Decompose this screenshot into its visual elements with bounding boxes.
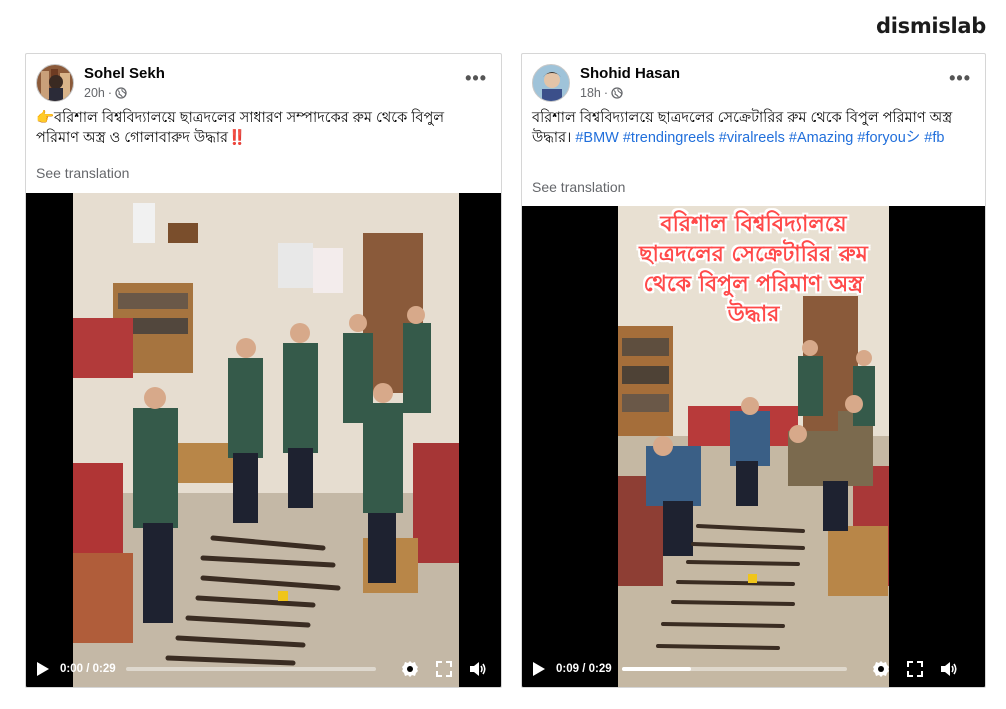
author-name[interactable]: Shohid Hasan — [580, 65, 680, 82]
globe-icon — [115, 87, 127, 99]
more-options-icon[interactable]: ••• — [949, 68, 971, 89]
video-progress-bar[interactable] — [621, 667, 847, 671]
video-time: 0:00 / 0:29 — [60, 663, 116, 675]
post-time[interactable]: 18h — [580, 86, 601, 100]
volume-icon[interactable] — [468, 659, 488, 679]
video-player[interactable]: বরিশাল বিশ্ববিদ্যালয়ে ছাত্রদলের সেক্রেট… — [522, 206, 985, 687]
post-header: Sohel Sekh 20h · ••• — [36, 64, 491, 104]
play-icon[interactable] — [36, 661, 50, 677]
post-meta: 20h · — [84, 86, 127, 100]
gear-icon[interactable] — [400, 659, 420, 679]
gear-icon[interactable] — [871, 659, 891, 679]
meta-separator: · — [107, 86, 113, 100]
expand-icon[interactable] — [434, 659, 454, 679]
video-progress-bar[interactable] — [125, 667, 376, 671]
video-time: 0:09 / 0:29 — [556, 663, 612, 675]
volume-icon[interactable] — [939, 659, 959, 679]
video-overlay-caption: বরিশাল বিশ্ববিদ্যালয়ে ছাত্রদলের সেক্রেট… — [639, 212, 868, 327]
post-caption-block: বরিশাল বিশ্ববিদ্যালয়ে ছাত্রদলের সেক্রেট… — [532, 108, 975, 148]
meta-separator: · — [603, 86, 609, 100]
post-meta: 18h · — [580, 86, 623, 100]
video-frame — [73, 193, 459, 687]
play-icon[interactable] — [532, 661, 546, 677]
video-progress-fill — [621, 667, 692, 671]
avatar[interactable] — [532, 64, 570, 102]
facebook-post-1: Sohel Sekh 20h · ••• 👉বরিশাল বিশ্ববিদ্যা… — [25, 53, 502, 688]
more-options-icon[interactable]: ••• — [465, 68, 487, 89]
video-player[interactable]: 0:00 / 0:29 — [26, 193, 501, 687]
post-time[interactable]: 20h — [84, 86, 105, 100]
see-translation-link[interactable]: See translation — [36, 165, 129, 181]
expand-icon[interactable] — [905, 659, 925, 679]
avatar[interactable] — [36, 64, 74, 102]
facebook-post-2: Shohid Hasan 18h · ••• বরিশাল বিশ্ববিদ্য… — [521, 53, 986, 688]
author-name[interactable]: Sohel Sekh — [84, 65, 165, 82]
video-controls: 0:00 / 0:29 — [26, 651, 501, 687]
video-frame: বরিশাল বিশ্ববিদ্যালয়ে ছাত্রদলের সেক্রেট… — [618, 206, 889, 687]
post-hashtags[interactable]: #BMW #trendingreels #viralreels #Amazing… — [575, 130, 944, 146]
brand-logo: dismislab — [875, 14, 986, 38]
globe-icon — [611, 87, 623, 99]
post-caption: 👉বরিশাল বিশ্ববিদ্যালয়ে ছাত্রদলের সাধারণ… — [36, 110, 445, 146]
video-controls: 0:09 / 0:29 — [522, 651, 985, 687]
see-translation-link[interactable]: See translation — [532, 179, 625, 195]
post-header: Shohid Hasan 18h · ••• — [532, 64, 975, 104]
